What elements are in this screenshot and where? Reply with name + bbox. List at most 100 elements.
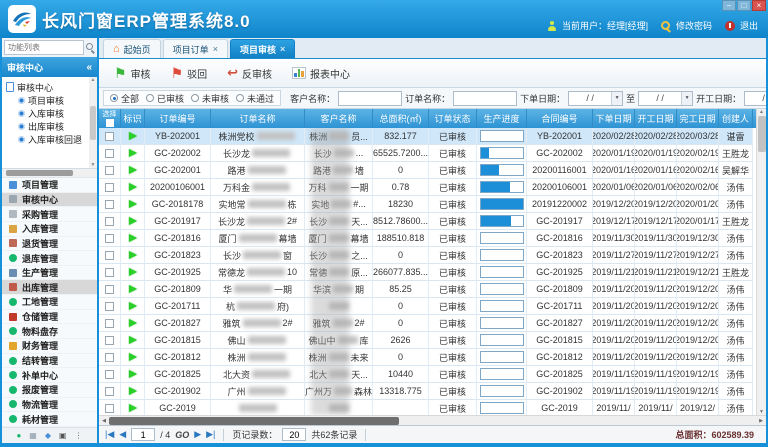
row-checkbox[interactable] [105, 353, 114, 362]
row-checkbox[interactable] [105, 132, 114, 141]
table-row[interactable]: GC-201825北大资北大天...10440已审核GC-2018252019/… [99, 366, 766, 383]
sidebar-module[interactable]: 物料盘存 [2, 324, 97, 339]
more-icon[interactable]: ⋮ [75, 432, 83, 440]
prev-page-button[interactable]: ◀ [119, 429, 126, 440]
tree-node[interactable]: 出库审核 [6, 120, 89, 133]
toolbar-button-reject[interactable]: ⚑驳回 [164, 63, 215, 84]
row-checkbox[interactable] [105, 268, 114, 277]
next-page-button[interactable]: ▶ [194, 429, 201, 440]
status-radio[interactable]: 全部 [110, 92, 139, 105]
status-radio[interactable]: 未审核 [191, 92, 229, 105]
table-row[interactable]: GC-201812株洲株洲未来0已审核GC-2018122019/11/2020… [99, 349, 766, 366]
sidebar-module[interactable]: 补单中心 [2, 368, 97, 383]
scroll-up-icon[interactable]: ▲ [91, 77, 96, 83]
logout-link[interactable]: 退出 [740, 19, 758, 32]
table-row[interactable]: YB-202001株洲党校株洲员...832.177已审核YB-20200120… [99, 128, 766, 145]
scroll-up-icon[interactable]: ▲ [759, 109, 764, 115]
table-row[interactable]: GC-201925常德龙10常德原...266077.835...已审核GC-2… [99, 264, 766, 281]
dot-icon[interactable]: ● [16, 432, 21, 440]
sidebar-module[interactable]: 项目管理 [2, 178, 97, 193]
minimize-button[interactable]: – [722, 0, 736, 11]
scroll-thumb[interactable] [90, 106, 96, 140]
table-row[interactable]: GC-201917长沙龙2#长沙天...8512.78600...已审核GC-2… [99, 213, 766, 230]
last-page-button[interactable]: ▶| [206, 429, 215, 440]
row-checkbox[interactable] [105, 387, 114, 396]
toolbar-button-audit[interactable]: ⚑审核 [107, 63, 158, 84]
table-row[interactable]: GC-2018178实地常栋实地#...18230已审核201912200022… [99, 196, 766, 213]
table-row[interactable]: GC-201711杭府)0已审核GC-2017112019/11/202019/… [99, 298, 766, 315]
table-row[interactable]: GC-202002长沙龙长沙...65525.7200...已审核GC-2020… [99, 145, 766, 162]
sidebar-module[interactable]: 工地管理 [2, 295, 97, 310]
page-number-input[interactable] [131, 428, 155, 441]
grid-vertical-scrollbar[interactable]: ▲ ▼ [756, 109, 766, 415]
scroll-thumb[interactable] [758, 116, 766, 152]
row-checkbox[interactable] [105, 200, 114, 209]
order-date-from-picker[interactable]: / /▼ [568, 91, 623, 106]
order-date-to-picker[interactable]: / /▼ [638, 91, 693, 106]
sidebar-module[interactable]: 生产管理 [2, 266, 97, 281]
sidebar-module[interactable]: 财务管理 [2, 339, 97, 354]
change-password-link[interactable]: 修改密码 [676, 19, 712, 32]
first-page-button[interactable]: |◀ [105, 429, 114, 440]
scroll-left-icon[interactable]: ◀ [99, 416, 109, 425]
close-button[interactable]: × [752, 0, 766, 11]
scroll-thumb[interactable] [6, 170, 73, 176]
table-row[interactable]: GC-201809华一期华滨期85.25已审核GC-2018092019/11/… [99, 281, 766, 298]
sidebar-module[interactable]: 仓储管理 [2, 310, 97, 325]
report-icon[interactable]: ▣ [59, 432, 67, 440]
table-row[interactable]: GC-201815佛山佛山中库2626已审核GC-2018152019/11/2… [99, 332, 766, 349]
table-row[interactable]: GC-2019已审核GC-20192019/11/2019/11/2019/12… [99, 400, 766, 415]
sidebar-module[interactable]: 报废管理 [2, 383, 97, 398]
close-icon[interactable]: × [280, 44, 285, 54]
brush-icon[interactable]: ◆ [45, 432, 51, 440]
toolbar-button-reverse-audit[interactable]: ↩反审核 [220, 63, 279, 84]
sidebar-module[interactable]: 采购管理 [2, 207, 97, 222]
row-checkbox[interactable] [105, 166, 114, 175]
maximize-button[interactable]: □ [737, 0, 751, 11]
tab-project-audit-active[interactable]: 项目审核× [230, 39, 295, 58]
row-checkbox[interactable] [105, 336, 114, 345]
customer-name-input[interactable] [338, 91, 402, 106]
row-checkbox[interactable] [105, 183, 114, 192]
row-checkbox[interactable] [105, 302, 114, 311]
table-row[interactable]: GC-201827雅筑2#雅筑2#0已审核GC-2018272019/11/20… [99, 315, 766, 332]
status-radio[interactable]: 未通过 [236, 92, 274, 105]
cart-icon[interactable]: ▦ [29, 432, 37, 440]
tab-item[interactable]: 项目订单× [163, 39, 228, 58]
grid-horizontal-scrollbar[interactable]: ◀ ▶ [99, 415, 766, 425]
tree-node[interactable]: 项目审核 [6, 94, 89, 107]
order-name-input[interactable] [453, 91, 517, 106]
row-checkbox[interactable] [105, 149, 114, 158]
chevron-down-icon[interactable]: ▼ [681, 92, 692, 105]
table-row[interactable]: GC-202001路港路港墙0已审核202001160012020/01/162… [99, 162, 766, 179]
sidebar-module[interactable]: 物流管理 [2, 398, 97, 413]
page-size-input[interactable] [282, 428, 306, 441]
toolbar-button-report-center[interactable]: 报表中心 [285, 63, 357, 84]
table-row[interactable]: GC-201816厦门幕墙厦门幕墙188510.818已审核GC-2018162… [99, 230, 766, 247]
sidebar-module[interactable]: 退库管理 [2, 251, 97, 266]
tree-vertical-scrollbar[interactable]: ▲ ▼ [89, 77, 97, 168]
row-checkbox[interactable] [105, 370, 114, 379]
row-checkbox[interactable] [105, 319, 114, 328]
scroll-thumb[interactable] [109, 417, 399, 425]
tree-node[interactable]: 入库审核 [6, 107, 89, 120]
sidebar-module[interactable]: 结转管理 [2, 354, 97, 369]
tree-root[interactable]: 审核中心 [6, 80, 89, 94]
row-checkbox[interactable] [105, 234, 114, 243]
function-search-input[interactable] [4, 40, 84, 55]
tree-node[interactable]: 入库审核回退 [6, 133, 89, 146]
table-row[interactable]: 20200106001万科金万科一期0.78已审核202001060012020… [99, 179, 766, 196]
collapse-icon[interactable]: « [86, 62, 92, 73]
sidebar-module[interactable]: 出库管理 [2, 280, 97, 295]
row-checkbox[interactable] [105, 217, 114, 226]
close-icon[interactable]: × [213, 44, 218, 54]
chevron-down-icon[interactable]: ▼ [611, 92, 622, 105]
search-icon[interactable] [86, 43, 95, 52]
select-all-checkbox[interactable] [106, 119, 114, 127]
table-row[interactable]: GC-201902广州广州万森林13318.775已审核GC-201902201… [99, 383, 766, 400]
row-checkbox[interactable] [105, 285, 114, 294]
row-checkbox[interactable] [105, 404, 114, 413]
sidebar-module[interactable]: 入库管理 [2, 222, 97, 237]
tree-horizontal-scrollbar[interactable] [2, 169, 97, 177]
sidebar-module[interactable]: 审核中心 [2, 193, 97, 208]
